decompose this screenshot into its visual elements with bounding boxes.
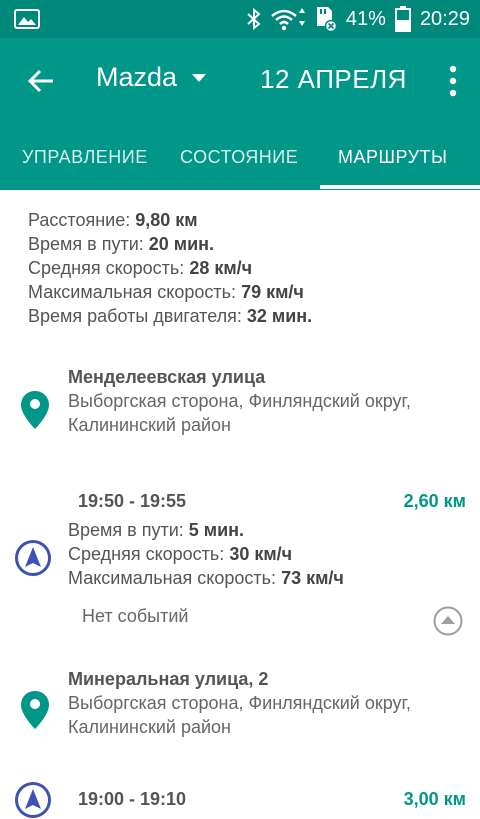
wifi-icon: [271, 8, 305, 31]
stop-address: Выборгская сторона, Финляндский округ, К…: [68, 693, 411, 737]
tab-status[interactable]: СОСТОЯНИЕ: [180, 122, 298, 190]
expand-up-icon[interactable]: [432, 605, 464, 637]
tab-control[interactable]: УПРАВЛЕНИЕ: [22, 122, 148, 190]
summary-max-speed: Максимальная скорость: 79 км/ч: [28, 282, 304, 302]
stop-title: Менделеевская улица: [68, 367, 266, 387]
summary-time: Время в пути: 20 мин.: [28, 234, 215, 254]
segment-duration: Время в пути: 5 мин.: [68, 520, 245, 540]
dropdown-icon: [192, 73, 207, 82]
route-summary: Расстояние: 9,80 км Время в пути: 20 мин…: [28, 208, 312, 328]
summary-distance: Расстояние: 9,80 км: [28, 210, 198, 230]
summary-engine-time: Время работы двигателя: 32 мин.: [28, 306, 313, 326]
navigation-icon: [15, 540, 51, 576]
sd-card-icon: [316, 7, 338, 32]
tab-indicator: [320, 185, 480, 189]
location-pin-icon: [21, 391, 49, 429]
tab-bar: УПРАВЛЕНИЕ СОСТОЯНИЕ МАРШРУТЫ: [0, 122, 480, 190]
stop-address: Выборгская сторона, Финляндский округ, К…: [68, 391, 411, 435]
tab-routes[interactable]: МАРШРУТЫ: [338, 122, 447, 190]
summary-avg-speed: Средняя скорость: 28 км/ч: [28, 258, 253, 278]
back-arrow-icon[interactable]: [26, 66, 56, 96]
segment-time: 19:50 - 19:55: [78, 491, 187, 511]
date-title[interactable]: 12 АПРЕЛЯ: [260, 64, 407, 95]
location-pin-icon: [21, 691, 49, 729]
segment-max-speed: Максимальная скорость: 73 км/ч: [68, 568, 344, 588]
navigation-icon: [15, 782, 51, 818]
more-vert-icon[interactable]: [446, 64, 460, 98]
status-bar: 41% 20:29: [0, 0, 480, 38]
car-name: Mazda: [96, 62, 178, 92]
car-selector[interactable]: Mazda: [96, 62, 207, 93]
stop-title: Минеральная улица, 2: [68, 669, 269, 689]
segment-events: Нет событий: [82, 606, 189, 626]
battery-percent: 41%: [345, 7, 386, 30]
bluetooth-icon: [247, 7, 261, 31]
segment-avg-speed: Средняя скорость: 30 км/ч: [68, 544, 293, 564]
clock: 20:29: [419, 7, 470, 30]
battery-icon: [394, 6, 411, 32]
segment-stats: Время в пути: 5 мин. Средняя скорость: 3…: [68, 518, 344, 590]
app-bar: Mazda 12 АПРЕЛЯ: [0, 38, 480, 122]
segment-distance: 2,60 км: [403, 491, 466, 511]
image-notification-icon: [14, 9, 40, 29]
